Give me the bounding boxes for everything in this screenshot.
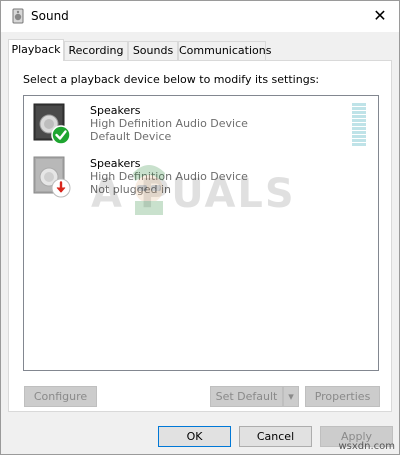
ok-button[interactable]: OK [158, 426, 231, 447]
cancel-button[interactable]: Cancel [239, 426, 312, 447]
close-icon: ✕ [373, 6, 387, 25]
device-status: Default Device [90, 130, 172, 143]
close-button[interactable]: ✕ [365, 3, 395, 29]
tab-playback[interactable]: Playback [8, 39, 64, 61]
instruction-text: Select a playback device below to modify… [23, 73, 320, 86]
watermark-mascot-icon [133, 165, 165, 215]
device-item-speakers-default[interactable]: Speakers High Definition Audio Device De… [24, 99, 378, 151]
speaker-device-icon [33, 156, 71, 198]
set-default-button[interactable]: Set Default [210, 386, 283, 407]
device-description: High Definition Audio Device [90, 117, 248, 130]
device-list[interactable]: Speakers High Definition Audio Device De… [23, 95, 379, 371]
set-default-dropdown-button[interactable]: ▾ [283, 386, 299, 407]
title-bar: Sound ✕ [1, 1, 399, 32]
sound-dialog: Sound ✕ Playback Recording Sounds Commun… [0, 0, 400, 455]
tab-communications[interactable]: Communications [178, 41, 271, 60]
configure-button[interactable]: Configure [24, 386, 97, 407]
window-title: Sound [31, 9, 69, 23]
site-watermark: wsxdn.com [338, 441, 395, 452]
properties-button[interactable]: Properties [305, 386, 380, 407]
speaker-device-icon [33, 103, 71, 145]
tab-recording[interactable]: Recording [64, 41, 128, 60]
tab-sounds[interactable]: Sounds [128, 41, 178, 60]
speaker-icon [12, 8, 24, 24]
device-name: Speakers [90, 104, 141, 117]
watermark-text: A PUALS [91, 171, 296, 217]
chevron-down-icon: ▾ [288, 390, 294, 403]
playback-tab-page: Select a playback device below to modify… [8, 60, 392, 412]
volume-level-meter [352, 103, 366, 149]
